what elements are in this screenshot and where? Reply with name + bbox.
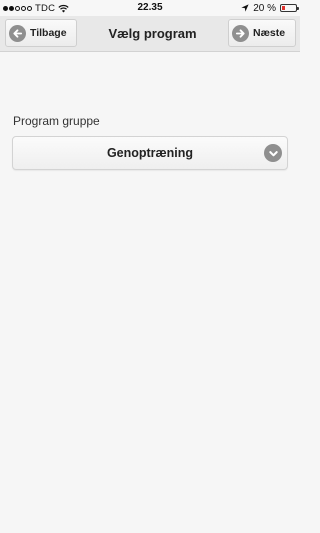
program-group-selected-value: Genoptræning xyxy=(106,146,194,160)
location-arrow-icon xyxy=(241,4,249,12)
program-group-select[interactable]: Genoptræning xyxy=(12,136,288,170)
battery-percent: 20 % xyxy=(253,2,276,14)
program-group-label: Program gruppe xyxy=(13,114,100,128)
battery-icon xyxy=(280,4,299,12)
page-title: Vælg program xyxy=(108,26,197,41)
status-bar: TDC 22.35 20 % xyxy=(0,0,300,16)
arrow-right-icon xyxy=(232,24,249,42)
battery-level xyxy=(282,6,285,10)
status-right: 20 % xyxy=(241,2,299,14)
nav-bar: Tilbage Vælg program Næste xyxy=(0,16,300,52)
back-button[interactable]: Tilbage xyxy=(5,19,77,47)
next-button[interactable]: Næste xyxy=(228,19,296,47)
next-button-label: Næste xyxy=(253,27,286,39)
arrow-left-icon xyxy=(9,24,26,42)
chevron-down-icon xyxy=(264,144,282,162)
back-button-label: Tilbage xyxy=(30,27,67,39)
